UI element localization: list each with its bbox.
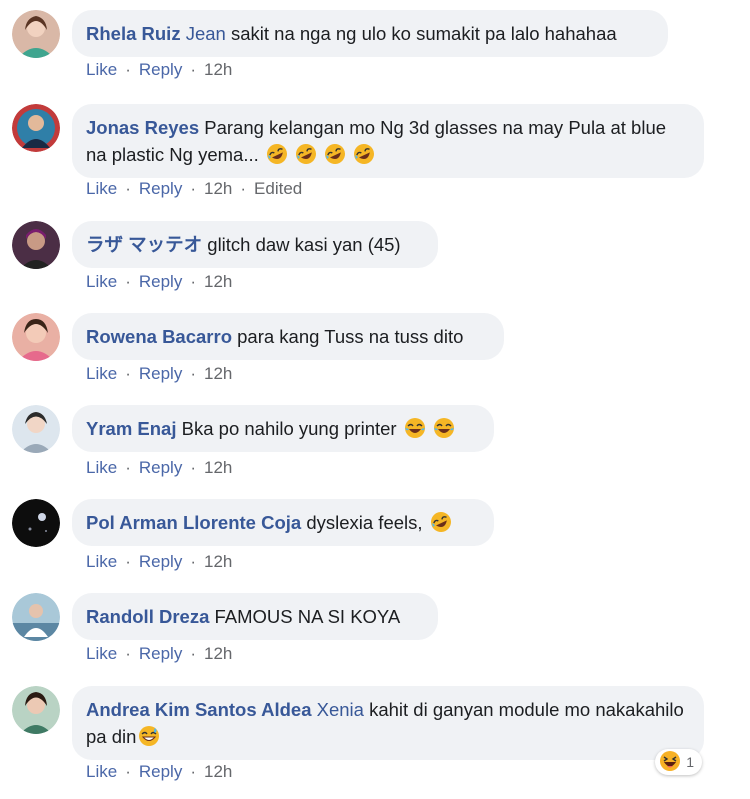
comment-actions: Like · Reply · 12h xyxy=(86,458,233,477)
reply-button[interactable]: Reply xyxy=(139,762,182,781)
timestamp[interactable]: 12h xyxy=(204,644,232,663)
comment-actions: Like · Reply · 12h · Edited xyxy=(86,179,303,198)
comment-actions: Like · Reply · 12h xyxy=(86,272,233,291)
timestamp[interactable]: 12h xyxy=(204,552,232,571)
avatar[interactable] xyxy=(12,104,60,152)
author-name[interactable]: Randoll Dreza xyxy=(86,606,209,627)
comment-bubble: Jonas Reyes Parang kelangan mo Ng 3d gla… xyxy=(72,104,704,178)
like-button[interactable]: Like xyxy=(86,458,117,477)
avatar[interactable] xyxy=(12,405,60,453)
grinning-sweat-icon xyxy=(136,726,160,747)
comment-bubble: Yram Enaj Bka po nahilo yung printer xyxy=(72,405,494,452)
reply-button[interactable]: Reply xyxy=(139,60,182,79)
rolling-laughing-icon xyxy=(264,144,375,165)
reply-button[interactable]: Reply xyxy=(139,179,182,198)
comment-actions: Like · Reply · 12h xyxy=(86,60,233,79)
like-button[interactable]: Like xyxy=(86,272,117,291)
comment-actions: Like · Reply · 12h xyxy=(86,762,233,781)
author-name[interactable]: Rowena Bacarro xyxy=(86,326,232,347)
author-name[interactable]: Jonas Reyes xyxy=(86,117,199,138)
comment-text: para kang Tuss na tuss dito xyxy=(237,326,464,347)
like-button[interactable]: Like xyxy=(86,364,117,383)
comment-bubble: Randoll Dreza FAMOUS NA SI KOYA xyxy=(72,593,438,640)
avatar[interactable] xyxy=(12,686,60,734)
author-name[interactable]: Yram Enaj xyxy=(86,418,177,439)
comment-text: dyslexia feels, xyxy=(306,512,423,533)
comment-actions: Like · Reply · 12h xyxy=(86,364,233,383)
like-button[interactable]: Like xyxy=(86,644,117,663)
timestamp[interactable]: 12h xyxy=(204,762,232,781)
comment-text: sakit na nga ng ulo ko sumakit pa lalo h… xyxy=(230,23,617,44)
avatar[interactable] xyxy=(12,221,60,269)
comment-text: glitch daw kasi yan (45) xyxy=(207,234,401,255)
author-name[interactable]: Andrea Kim Santos Aldea xyxy=(86,699,311,720)
comment-bubble: Rowena Bacarro para kang Tuss na tuss di… xyxy=(72,313,504,360)
timestamp[interactable]: 12h xyxy=(204,272,232,291)
author-name[interactable]: Pol Arman Llorente Coja xyxy=(86,512,301,533)
author-name[interactable]: ラザ マッテオ xyxy=(86,234,202,255)
mention[interactable]: Xenia xyxy=(317,699,364,720)
avatar[interactable] xyxy=(12,593,60,641)
mention[interactable]: Jean xyxy=(186,23,226,44)
like-button[interactable]: Like xyxy=(86,762,117,781)
comment-text: FAMOUS NA SI KOYA xyxy=(214,606,401,627)
reaction-count: 1 xyxy=(686,754,694,770)
reply-button[interactable]: Reply xyxy=(139,458,182,477)
comment-text: Bka po nahilo yung printer xyxy=(181,418,397,439)
like-button[interactable]: Like xyxy=(86,552,117,571)
reply-button[interactable]: Reply xyxy=(139,272,182,291)
comment-bubble: Pol Arman Llorente Coja dyslexia feels, xyxy=(72,499,494,546)
avatar[interactable] xyxy=(12,499,60,547)
like-button[interactable]: Like xyxy=(86,179,117,198)
author-name[interactable]: Rhela Ruiz xyxy=(86,23,181,44)
timestamp[interactable]: 12h xyxy=(204,364,232,383)
comment-bubble: Andrea Kim Santos Aldea Xenia kahit di g… xyxy=(72,686,704,760)
tears-of-joy-icon xyxy=(402,418,455,439)
reply-button[interactable]: Reply xyxy=(139,552,182,571)
timestamp[interactable]: 12h xyxy=(204,60,232,79)
edited-label[interactable]: Edited xyxy=(254,179,302,198)
comment-actions: Like · Reply · 12h xyxy=(86,644,233,663)
like-button[interactable]: Like xyxy=(86,60,117,79)
haha-icon xyxy=(659,750,681,775)
reply-button[interactable]: Reply xyxy=(139,644,182,663)
timestamp[interactable]: 12h xyxy=(204,179,232,198)
rolling-laughing-icon xyxy=(428,512,452,533)
avatar[interactable] xyxy=(12,10,60,58)
timestamp[interactable]: 12h xyxy=(204,458,232,477)
reply-button[interactable]: Reply xyxy=(139,364,182,383)
reaction-summary[interactable]: 1 xyxy=(655,749,702,775)
comment-actions: Like · Reply · 12h xyxy=(86,552,233,571)
comment-bubble: Rhela Ruiz Jean sakit na nga ng ulo ko s… xyxy=(72,10,668,57)
avatar[interactable] xyxy=(12,313,60,361)
comment-bubble: ラザ マッテオ glitch daw kasi yan (45) xyxy=(72,221,438,268)
